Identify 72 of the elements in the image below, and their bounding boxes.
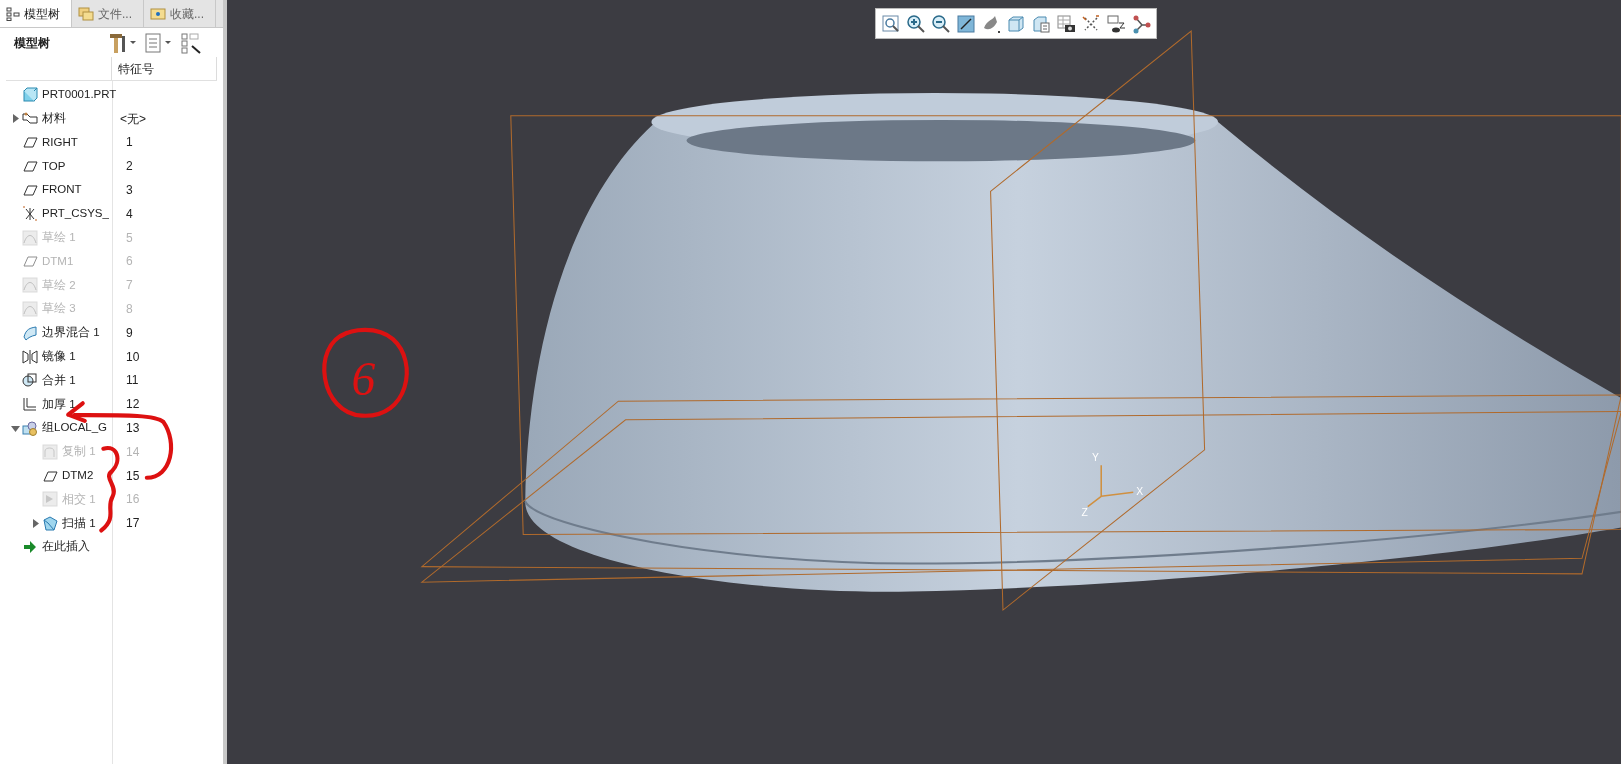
- feature-number: 6: [125, 253, 133, 271]
- zoom-in-icon[interactable]: [906, 13, 926, 34]
- zoom-out-icon[interactable]: [931, 13, 951, 34]
- tree-item-label[interactable]: 镜像 1: [42, 348, 76, 366]
- feature-number: 8: [125, 301, 133, 319]
- feature-number: 15: [125, 467, 140, 485]
- network-icon[interactable]: [1131, 13, 1151, 34]
- feature-number: 12: [125, 396, 140, 414]
- intersect-icon: [42, 491, 58, 508]
- feature-number: 1: [125, 134, 133, 152]
- view-list-icon[interactable]: [1031, 13, 1051, 34]
- group-icon: [22, 420, 38, 437]
- tree-item-label[interactable]: 合并 1: [42, 371, 76, 390]
- feature-number: 7: [125, 277, 133, 295]
- copy-icon: [42, 443, 58, 460]
- tree-item-label[interactable]: 材料: [42, 110, 66, 128]
- sketch-icon: [22, 229, 38, 246]
- sketch-icon: [22, 277, 38, 294]
- feature-number: <无>: [119, 110, 146, 128]
- merge-icon: [22, 372, 38, 389]
- feature-number: 5: [125, 229, 133, 247]
- feature-number: 11: [125, 372, 139, 390]
- expand-caret-icon[interactable]: [10, 114, 20, 124]
- expand-caret-icon[interactable]: [30, 518, 40, 528]
- datum-plane-icon: [22, 158, 38, 175]
- feature-number: 9: [125, 324, 133, 342]
- sketch-icon: [22, 301, 38, 318]
- tools-icon[interactable]: [108, 31, 138, 54]
- part-icon: [22, 86, 38, 103]
- feature-number: 3: [125, 182, 133, 200]
- panel-tab[interactable]: 模型树: [0, 0, 72, 27]
- tree-item-label[interactable]: DTM2: [62, 467, 94, 485]
- star-folder-icon: [150, 6, 166, 21]
- feature-number: 4: [125, 205, 133, 223]
- feature-number: 14: [125, 443, 140, 461]
- tree-item-label[interactable]: 边界混合 1: [42, 324, 100, 342]
- circled-number-mark: 6: [322, 327, 409, 418]
- feature-number: 17: [125, 515, 140, 533]
- coordinate-system-icon: [22, 205, 38, 222]
- view-manager-icon[interactable]: [1106, 13, 1126, 34]
- camera-icon[interactable]: [1056, 13, 1076, 34]
- tree-item-label[interactable]: 在此插入: [42, 538, 90, 556]
- tree-structure-icon: [6, 6, 20, 21]
- feature-number: 16: [125, 491, 140, 509]
- insert-arrow-icon: [22, 539, 38, 556]
- datum-plane-icon: [22, 182, 38, 199]
- tree-item-label[interactable]: FRONT: [42, 181, 82, 199]
- tree-filter-icon[interactable]: [180, 31, 202, 54]
- cube-icon[interactable]: [1006, 13, 1026, 34]
- thicken-icon: [22, 396, 38, 413]
- tree-item-label[interactable]: PRT_CSYS_: [42, 205, 109, 223]
- repaint-icon[interactable]: [956, 13, 976, 34]
- folders-icon: [78, 6, 94, 21]
- datum-plane-icon: [22, 134, 38, 151]
- feature-number: 10: [125, 348, 140, 366]
- tree-item-label[interactable]: PRT0001.PRT: [42, 86, 117, 104]
- surface-icon: [22, 324, 38, 341]
- tree-item-label[interactable]: 加厚 1: [42, 395, 76, 413]
- sweep-icon: [42, 515, 58, 532]
- zoom-fit-icon[interactable]: [881, 13, 901, 34]
- column-header[interactable]: 特征号: [112, 57, 217, 80]
- tree-item-label[interactable]: RIGHT: [42, 133, 78, 152]
- tree-item-label[interactable]: 扫描 1: [62, 514, 96, 532]
- feature-number: 13: [125, 420, 140, 438]
- datum-plane-icon: [22, 253, 38, 270]
- collapse-caret-icon[interactable]: [10, 423, 20, 433]
- mirror-icon: [22, 348, 38, 365]
- tree-item-label[interactable]: TOP: [42, 157, 66, 175]
- feature-number: 2: [125, 158, 133, 176]
- panel-title: 模型树: [14, 34, 51, 52]
- tree-item-label[interactable]: 组LOCAL_G: [42, 419, 108, 437]
- material-tag-icon: [22, 110, 38, 127]
